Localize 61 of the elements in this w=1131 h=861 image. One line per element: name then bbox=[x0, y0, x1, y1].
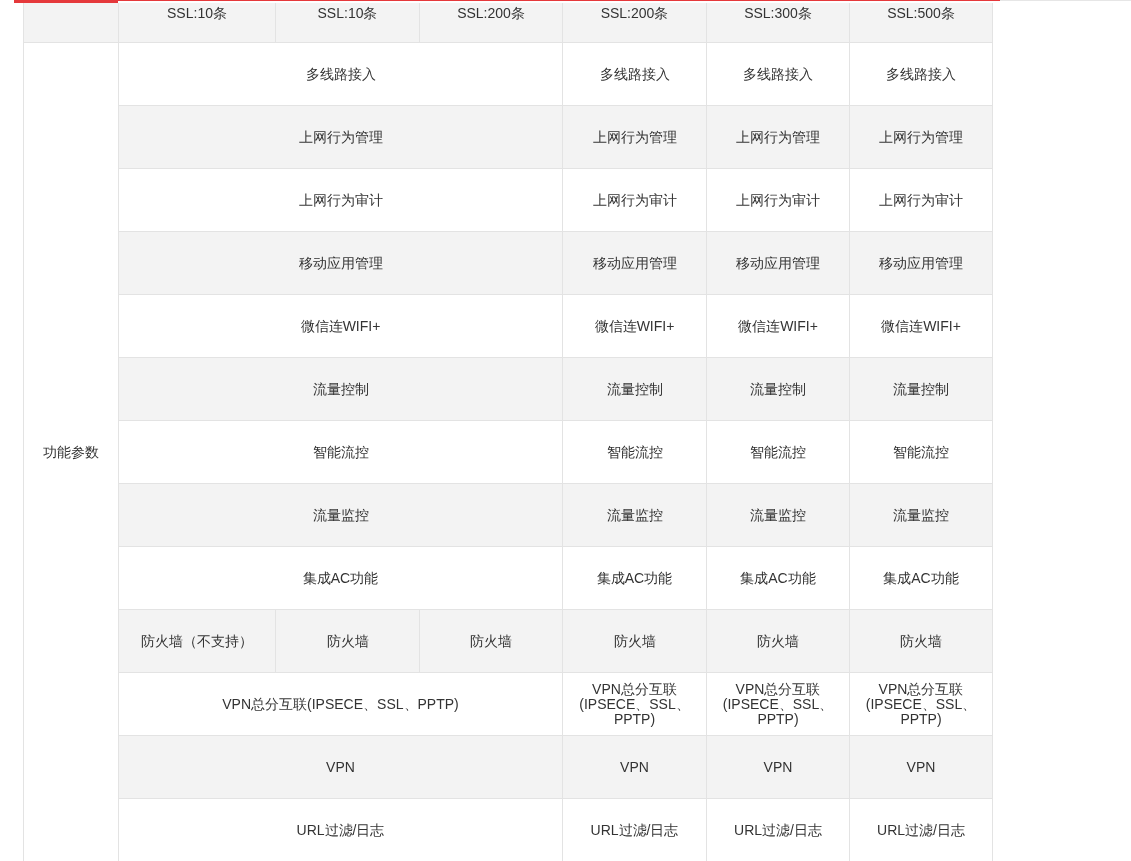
table-cell: 流量监控 bbox=[707, 484, 849, 546]
table-cell: 移动应用管理 bbox=[119, 232, 562, 294]
table-cell: 上网行为审计 bbox=[563, 169, 706, 231]
table-cell: SSL:10条 bbox=[119, 3, 275, 42]
table-cell: 集成AC功能 bbox=[850, 547, 992, 609]
table-cell: 流量监控 bbox=[563, 484, 706, 546]
section-label: 功能参数 bbox=[24, 43, 118, 861]
table-cell: 多线路接入 bbox=[119, 43, 562, 105]
table-cell: 上网行为管理 bbox=[563, 106, 706, 168]
table-cell: 防火墙 bbox=[563, 610, 706, 672]
table-cell: 流量控制 bbox=[119, 358, 562, 420]
table-cell: 防火墙（不支持） bbox=[119, 610, 275, 672]
table-cell: URL过滤/日志 bbox=[119, 799, 562, 861]
table-cell: 上网行为管理 bbox=[850, 106, 992, 168]
table-cell: SSL:10条 bbox=[276, 3, 419, 42]
table-cell: VPN bbox=[563, 736, 706, 798]
table-cell: 移动应用管理 bbox=[563, 232, 706, 294]
table-cell: 多线路接入 bbox=[563, 43, 706, 105]
table-cell: 上网行为审计 bbox=[119, 169, 562, 231]
table-cell: 智能流控 bbox=[707, 421, 849, 483]
table-cell: VPN总分互联(IPSECE、SSL、PPTP) bbox=[707, 673, 849, 735]
table-cell: 多线路接入 bbox=[850, 43, 992, 105]
table-cell: 流量控制 bbox=[850, 358, 992, 420]
table-cell: 防火墙 bbox=[850, 610, 992, 672]
table-cell: 微信连WIFI+ bbox=[707, 295, 849, 357]
table-cell: 微信连WIFI+ bbox=[119, 295, 562, 357]
table-cell: URL过滤/日志 bbox=[563, 799, 706, 861]
table-cell: 流量监控 bbox=[850, 484, 992, 546]
table-cell: 流量控制 bbox=[707, 358, 849, 420]
table-cell: 移动应用管理 bbox=[850, 232, 992, 294]
table-cell: VPN bbox=[707, 736, 849, 798]
table-cell: VPN bbox=[119, 736, 562, 798]
table-cell: VPN总分互联(IPSECE、SSL、PPTP) bbox=[850, 673, 992, 735]
table-cell: 智能流控 bbox=[563, 421, 706, 483]
table-cell: SSL:200条 bbox=[563, 3, 706, 42]
table-cell: URL过滤/日志 bbox=[707, 799, 849, 861]
table-cell: 流量监控 bbox=[119, 484, 562, 546]
table-cell: 上网行为管理 bbox=[707, 106, 849, 168]
table-cell: URL过滤/日志 bbox=[850, 799, 992, 861]
table-cell: 防火墙 bbox=[420, 610, 562, 672]
table-cell: VPN bbox=[850, 736, 992, 798]
table-cell: VPN总分互联(IPSECE、SSL、PPTP) bbox=[119, 673, 562, 735]
table-cell: 智能流控 bbox=[119, 421, 562, 483]
table-cell: VPN总分互联(IPSECE、SSL、PPTP) bbox=[563, 673, 706, 735]
table-cell: 集成AC功能 bbox=[707, 547, 849, 609]
table-cell: 移动应用管理 bbox=[707, 232, 849, 294]
table-cell: SSL:500条 bbox=[850, 3, 992, 42]
table-cell: 集成AC功能 bbox=[119, 547, 562, 609]
table-cell: 微信连WIFI+ bbox=[563, 295, 706, 357]
table-cell: 上网行为管理 bbox=[119, 106, 562, 168]
table-cell: 微信连WIFI+ bbox=[850, 295, 992, 357]
table-cell: 智能流控 bbox=[850, 421, 992, 483]
table-cell: 流量控制 bbox=[563, 358, 706, 420]
table-cell: SSL:200条 bbox=[420, 3, 562, 42]
table-cell: 防火墙 bbox=[707, 610, 849, 672]
table-cell: SSL:300条 bbox=[707, 3, 849, 42]
table-cell: 上网行为审计 bbox=[850, 169, 992, 231]
table-cell: 上网行为审计 bbox=[707, 169, 849, 231]
table-cell: 多线路接入 bbox=[707, 43, 849, 105]
table-cell: 集成AC功能 bbox=[563, 547, 706, 609]
table-cell: 防火墙 bbox=[276, 610, 419, 672]
